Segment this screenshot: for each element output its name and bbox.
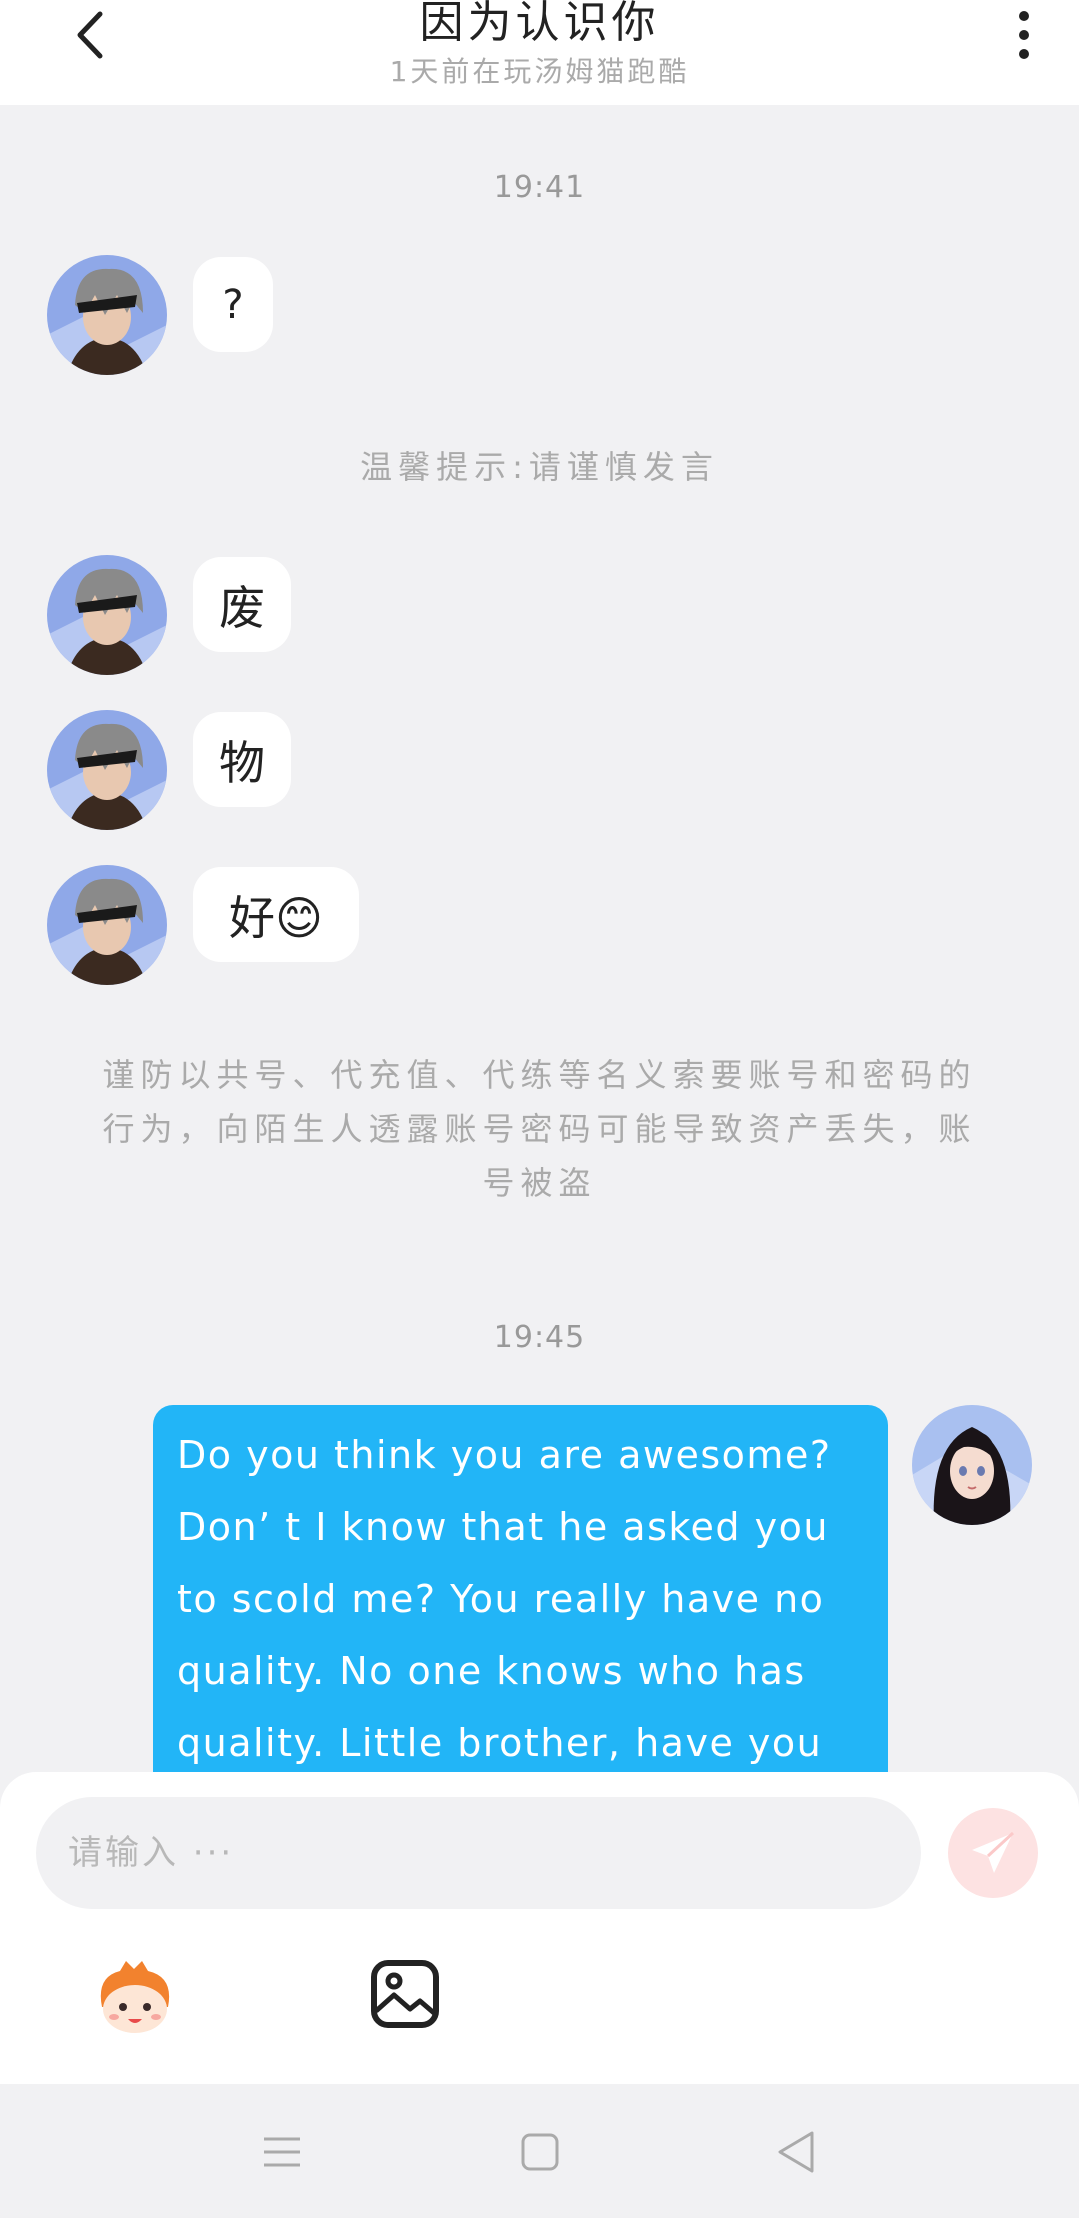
security-warning: 谨防以共号、代充值、代练等名义索要账号和密码的行为，向陌生人透露账号密码可能导致… <box>102 1056 977 1202</box>
timestamp: 19:41 <box>493 170 586 205</box>
avatar-other[interactable] <box>47 555 167 675</box>
avatar-other[interactable] <box>47 865 167 985</box>
image-icon <box>371 1960 439 2028</box>
paper-plane-icon <box>972 1831 1015 1873</box>
chat-header: 因为认识你 1天前在玩汤姆猫跑酷 <box>0 0 1079 105</box>
triangle-back-icon <box>778 2131 814 2173</box>
emoji-button[interactable] <box>90 1957 180 2037</box>
chat-messages[interactable]: 19:41 ? 温馨提示:请谨慎发言 废 物 好😊 谨防以共号、代充值、代练等名… <box>0 105 1079 1775</box>
chat-subtitle: 1天前在玩汤姆猫跑酷 <box>389 55 690 88</box>
avatar-self[interactable] <box>912 1405 1032 1525</box>
more-vertical-icon <box>1019 11 1029 21</box>
message-bubble-incoming[interactable]: 物 <box>193 712 291 807</box>
nav-back-button[interactable] <box>766 2122 826 2182</box>
avatar-other[interactable] <box>47 710 167 830</box>
nav-home-button[interactable] <box>510 2122 570 2182</box>
image-button[interactable] <box>370 1959 440 2029</box>
message-bubble-incoming[interactable]: 废 <box>193 557 291 652</box>
input-panel <box>0 1772 1079 2084</box>
message-bubble-incoming[interactable]: 好😊 <box>193 867 359 962</box>
avatar-other[interactable] <box>47 255 167 375</box>
send-button[interactable] <box>948 1808 1038 1898</box>
chat-title: 因为认识你 <box>419 0 660 48</box>
message-bubble-incoming[interactable]: ? <box>193 257 273 352</box>
timestamp: 19:45 <box>493 1320 586 1355</box>
cartoon-emoji-icon <box>100 1961 170 2033</box>
message-input[interactable] <box>36 1797 921 1909</box>
message-bubble-outgoing[interactable]: Do you think you are awesome? Don’ t I k… <box>153 1405 888 1775</box>
square-icon <box>521 2133 559 2171</box>
menu-icon <box>264 2137 300 2167</box>
system-nav-bar <box>0 2084 1079 2218</box>
system-tip: 温馨提示:请谨慎发言 <box>360 448 719 486</box>
nav-menu-button[interactable] <box>252 2122 312 2182</box>
more-options-button[interactable] <box>999 0 1049 70</box>
